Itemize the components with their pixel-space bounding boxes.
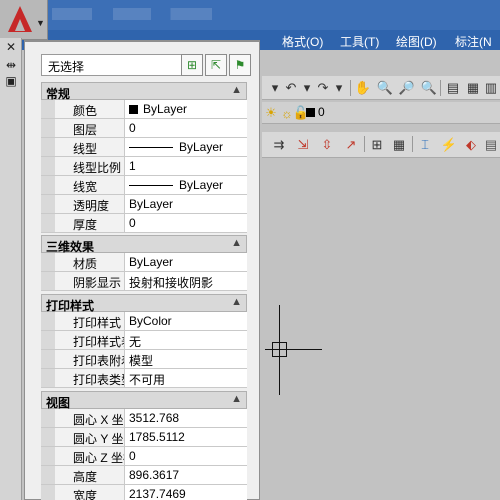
close-icon[interactable]: ✕: [4, 40, 18, 54]
lineweight-sample: [129, 185, 173, 186]
property-value[interactable]: ByColor: [125, 312, 247, 330]
property-row: 材质 ByLayer: [41, 253, 247, 272]
property-value[interactable]: ByLayer: [125, 253, 247, 271]
property-value[interactable]: 不可用: [125, 369, 247, 387]
menu-draw[interactable]: 绘图(D): [396, 33, 437, 50]
property-row: 线型 ByLayer: [41, 138, 247, 157]
property-value[interactable]: 3512.768: [125, 409, 247, 427]
crosshair-pickbox: [272, 342, 287, 357]
tool-palettes-icon[interactable]: ▥: [482, 79, 500, 97]
layers-toolbar: ☀ ☼ 🔓 0: [262, 102, 500, 124]
menu-dimension[interactable]: 标注(N: [455, 33, 492, 50]
layer-color-swatch: [306, 108, 315, 117]
property-value[interactable]: 1: [125, 157, 247, 175]
property-value[interactable]: 1785.5112: [125, 428, 247, 446]
property-row: 高度 896.3617: [41, 466, 247, 485]
property-row: 圆心 X 坐标 3512.768: [41, 409, 247, 428]
property-row: 透明度 ByLayer: [41, 195, 247, 214]
quick-select-icon[interactable]: ⚑: [229, 54, 251, 76]
property-value[interactable]: 2137.7469: [125, 485, 247, 500]
property-value[interactable]: ByLayer: [125, 100, 247, 118]
ordinate-icon[interactable]: ⇳: [318, 136, 336, 154]
palette-properties-icon[interactable]: ▣: [4, 74, 18, 88]
color-swatch: [129, 105, 138, 114]
grid-table-icon[interactable]: ▦: [390, 136, 408, 154]
collapse-icon[interactable]: ▲: [231, 296, 242, 308]
property-row: 颜色 ByLayer: [41, 100, 247, 119]
property-row: 打印表附着到 模型: [41, 350, 247, 369]
redo-dropdown-icon[interactable]: ▾: [330, 79, 348, 97]
aligned-dimension-icon[interactable]: ⇲: [294, 136, 312, 154]
property-row: 圆心 Y 坐标 1785.5112: [41, 428, 247, 447]
table-icon[interactable]: ⊞: [368, 136, 386, 154]
property-value[interactable]: 0: [125, 119, 247, 137]
property-value[interactable]: 0: [125, 214, 247, 232]
property-row: 打印样式 ByColor: [41, 312, 247, 331]
property-row: 厚度 0: [41, 214, 247, 233]
section-view[interactable]: 视图 ▲: [41, 391, 247, 410]
property-value[interactable]: ByLayer: [125, 195, 247, 213]
property-value[interactable]: ByLayer: [125, 176, 247, 194]
title-text-blurred: [52, 8, 212, 20]
standard-toolbar: ▾ ↶ ▾ ↷ ▾ ✋ 🔍 🔎 🔍 ▤ ▦ ▥: [262, 76, 500, 100]
property-row: 图层 0: [41, 119, 247, 138]
palette-title-strip: ✕ ⇹ ▣ 特性: [0, 38, 22, 500]
selection-value: 无选择: [48, 60, 85, 74]
menu-format[interactable]: 格式(O): [282, 33, 323, 50]
property-value[interactable]: 投射和接收阴影: [125, 272, 247, 290]
zoom-realtime-icon[interactable]: 🔍: [376, 79, 394, 97]
current-layer-name[interactable]: 0: [318, 105, 325, 119]
application-menu-button[interactable]: ▼: [0, 0, 48, 40]
section-plot-style[interactable]: 打印样式 ▲: [41, 294, 247, 313]
collapse-icon[interactable]: ▲: [231, 393, 242, 405]
properties-palette: 无选择 ▾ ⊞ ⇱ ⚑ 常规 ▲ 颜色 ByLayer 图层 0 线型 ByLa…: [24, 40, 260, 500]
property-row: 阴影显示 投射和接收阴影: [41, 272, 247, 291]
tolerance-icon[interactable]: ⌶: [416, 136, 434, 154]
radius-icon[interactable]: ↗: [342, 136, 360, 154]
zoom-window-icon[interactable]: 🔎: [398, 79, 416, 97]
property-row: 线宽 ByLayer: [41, 176, 247, 195]
toggle-pickadd-icon[interactable]: ⊞: [181, 54, 203, 76]
design-center-icon[interactable]: ▦: [464, 79, 482, 97]
collapse-icon[interactable]: ▲: [231, 84, 242, 96]
selection-dropdown[interactable]: 无选择 ▾: [41, 54, 201, 76]
auto-hide-icon[interactable]: ⇹: [4, 58, 18, 72]
property-row: 线型比例 1: [41, 157, 247, 176]
property-value[interactable]: 模型: [125, 350, 247, 368]
section-general[interactable]: 常规 ▲: [41, 82, 247, 101]
select-objects-icon[interactable]: ⇱: [205, 54, 227, 76]
property-row: 打印表类型 不可用: [41, 369, 247, 388]
property-row: 圆心 Z 坐标 0: [41, 447, 247, 466]
tag-icon[interactable]: ⬖: [462, 136, 480, 154]
property-value[interactable]: ByLayer: [125, 138, 247, 156]
edit-table-icon[interactable]: ▤: [482, 136, 500, 154]
property-value[interactable]: 0: [125, 447, 247, 465]
linear-dimension-icon[interactable]: ⇉: [270, 136, 288, 154]
property-row: 宽度 2137.7469: [41, 485, 247, 500]
property-value[interactable]: 无: [125, 331, 247, 349]
property-value[interactable]: 896.3617: [125, 466, 247, 484]
collapse-icon[interactable]: ▲: [231, 237, 242, 249]
section-3d-effects[interactable]: 三维效果 ▲: [41, 235, 247, 254]
menu-tools[interactable]: 工具(T): [340, 33, 379, 50]
title-bar: [0, 0, 500, 30]
pan-icon[interactable]: ✋: [354, 79, 372, 97]
linetype-sample: [129, 147, 173, 148]
properties-icon[interactable]: ▤: [444, 79, 462, 97]
zoom-previous-icon[interactable]: 🔍: [420, 79, 438, 97]
dimension-toolbar: ⇉ ⇲ ⇳ ↗ ⊞ ▦ ⌶ ⚡ ⬖ ▤: [262, 132, 500, 158]
property-row: 打印样式表 无: [41, 331, 247, 350]
chevron-down-icon: ▼: [36, 18, 45, 28]
lightning-icon[interactable]: ⚡: [440, 136, 458, 154]
